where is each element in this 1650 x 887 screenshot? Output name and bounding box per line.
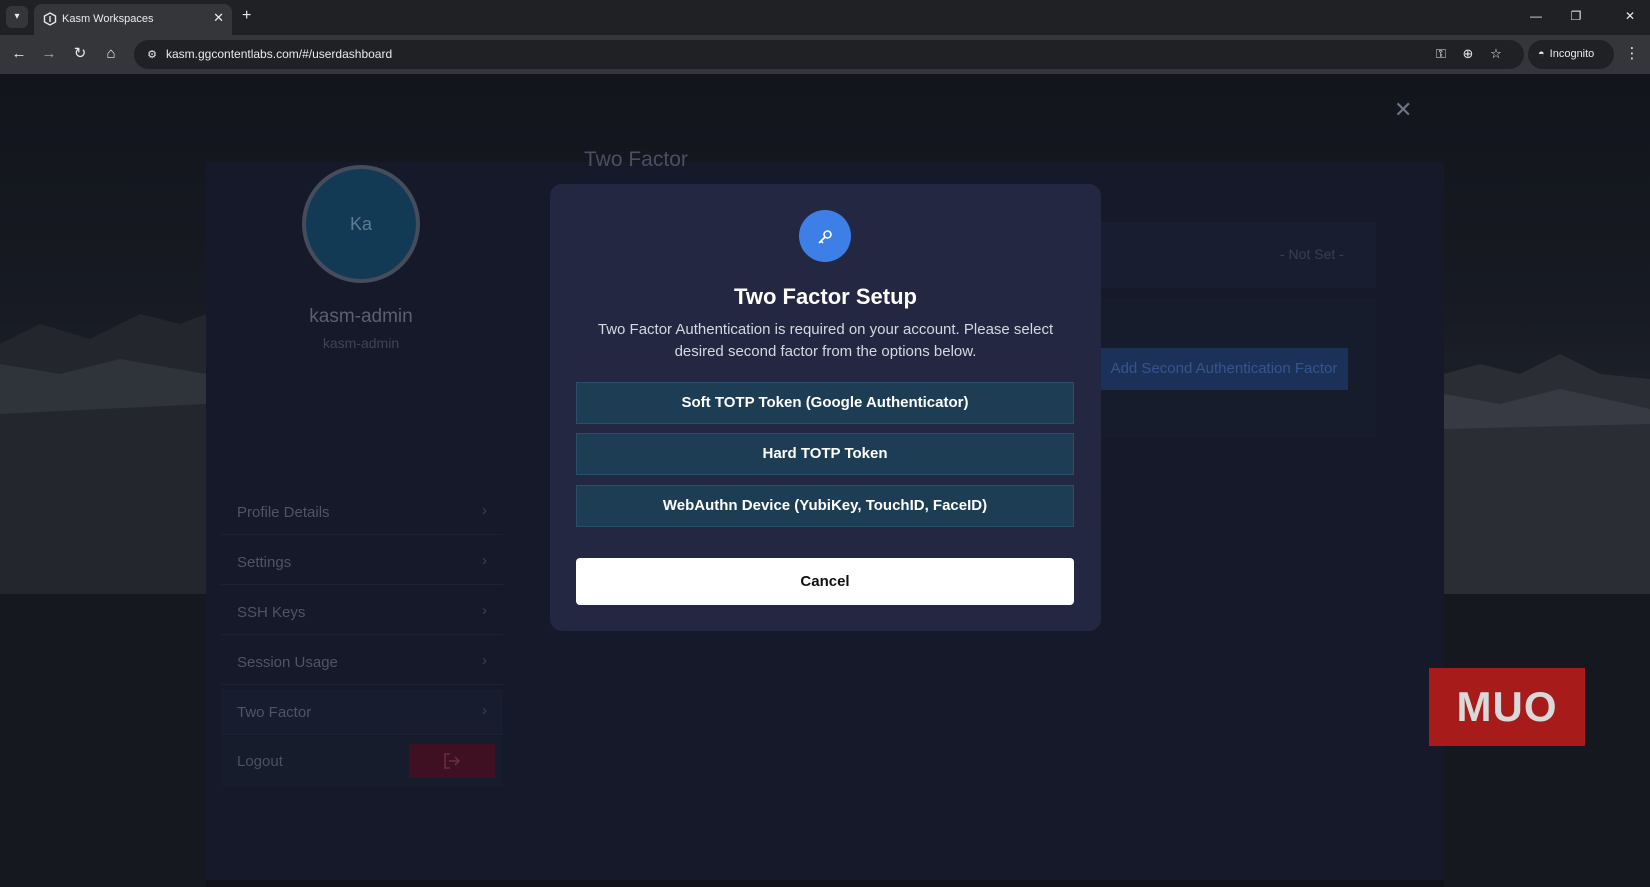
modal-title: Two Factor Setup [734,284,917,309]
sidebar-item-label: Settings [237,554,292,571]
sidebar-item-label: Two Factor [237,704,312,721]
restore-icon[interactable]: ❐ [1566,9,1586,23]
bookmark-star-icon[interactable]: ☆ [1487,46,1505,62]
site-info-icon[interactable]: ⚙ [144,47,160,63]
kasm-favicon-icon [43,12,57,26]
add-second-factor-button[interactable]: Add Second Authentication Factor [1100,348,1348,390]
chevron-right-icon: › [482,552,487,569]
password-key-icon[interactable]: ⚿ [1432,46,1450,62]
webauthn-option-button[interactable]: WebAuthn Device (YubiKey, TouchID, FaceI… [576,485,1074,527]
dashboard-close-icon[interactable]: ✕ [1394,99,1412,121]
cancel-button[interactable]: Cancel [576,558,1074,605]
logout-row: Logout [221,736,503,786]
browser-menu-icon[interactable]: ⋮ [1624,44,1640,62]
incognito-label: Incognito [1549,48,1595,60]
sidebar-item-label: SSH Keys [237,604,306,621]
hard-totp-option-button[interactable]: Hard TOTP Token [576,433,1074,475]
incognito-badge[interactable]: ◓ Incognito [1528,40,1614,69]
soft-totp-option-button[interactable]: Soft TOTP Token (Google Authenticator) [576,382,1074,424]
sidebar-item-label: Session Usage [237,654,338,671]
username-subtitle: kasm-admin [322,335,400,351]
chevron-right-icon: › [482,602,487,619]
incognito-icon: ◓ [1538,48,1545,60]
sidebar-item-two-factor[interactable]: Two Factor › [221,689,503,735]
chevron-right-icon: › [482,702,487,719]
logout-icon [444,753,461,769]
key-icon [799,210,851,262]
address-bar[interactable]: ⚙ kasm.ggcontentlabs.com/#/userdashboard… [134,40,1524,69]
browser-tab-strip: ▾ Kasm Workspaces ✕ + — ❐ ✕ [0,0,1650,35]
minimize-icon[interactable]: — [1526,9,1546,23]
new-tab-button[interactable]: + [242,7,251,25]
window-close-icon[interactable]: ✕ [1620,9,1640,23]
forward-icon[interactable]: → [38,44,60,64]
home-icon[interactable]: ⌂ [100,44,122,64]
browser-toolbar: ← → ↻ ⌂ ⚙ kasm.ggcontentlabs.com/#/userd… [0,35,1650,74]
reload-icon[interactable]: ↻ [69,44,91,64]
url-text[interactable]: kasm.ggcontentlabs.com/#/userdashboard [166,47,392,61]
two-factor-status: - Not Set - [1280,246,1344,262]
modal-description: Two Factor Authentication is required on… [597,321,1054,360]
sidebar-item-ssh-keys[interactable]: SSH Keys › [221,589,503,635]
zoom-icon[interactable]: ⊕ [1459,46,1477,62]
back-icon[interactable]: ← [8,44,30,64]
chevron-right-icon: › [482,652,487,669]
sidebar-item-session-usage[interactable]: Session Usage › [221,639,503,685]
tab-close-icon[interactable]: ✕ [213,10,224,26]
sidebar-item-label: Profile Details [237,504,330,521]
avatar: Ka [302,165,420,283]
sidebar-item-profile-details[interactable]: Profile Details › [221,489,503,535]
chevron-right-icon: › [482,502,487,519]
page-title: Two Factor [584,148,688,171]
logout-label: Logout [237,753,283,770]
browser-tab[interactable]: Kasm Workspaces ✕ [34,4,232,35]
sidebar-item-settings[interactable]: Settings › [221,539,503,585]
logout-button[interactable] [409,744,495,778]
chevron-down-icon: ▾ [14,11,20,22]
username: kasm-admin [309,306,413,327]
tab-search-button[interactable]: ▾ [6,6,28,28]
tab-title: Kasm Workspaces [62,13,154,25]
muo-watermark-logo: MUO [1429,668,1585,746]
